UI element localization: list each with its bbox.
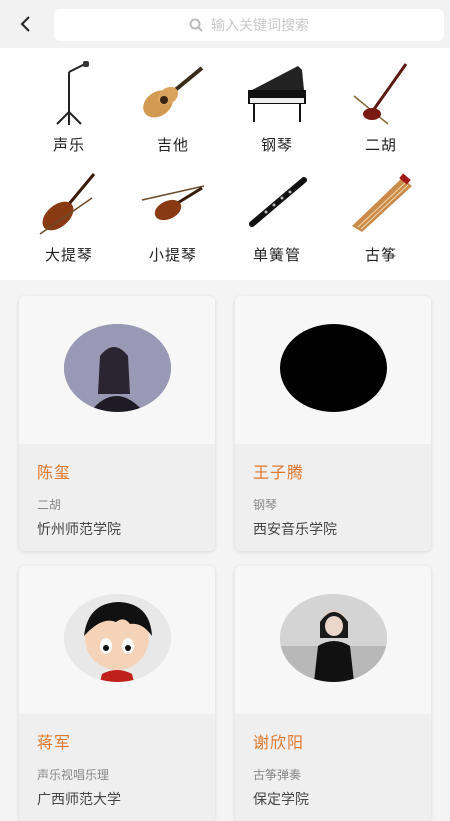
category-label: 吉他 [156, 136, 189, 154]
search-input[interactable]: 输入关键词搜索 [54, 9, 444, 41]
avatar [64, 324, 171, 412]
clarinet-icon [237, 170, 317, 238]
teacher-instrument: 二胡 [37, 498, 62, 512]
category-guzheng[interactable]: 古筝 [329, 170, 433, 278]
category-guitar[interactable]: 吉他 [121, 60, 225, 168]
category-label: 钢琴 [260, 136, 293, 154]
teacher-instrument: 钢琴 [253, 498, 278, 512]
teacher-card[interactable]: 陈玺 二胡 忻州师范学院 [19, 296, 215, 551]
teacher-school: 忻州师范学院 [37, 522, 121, 538]
guzheng-icon [341, 170, 421, 238]
search-icon [189, 18, 203, 32]
category-label: 声乐 [52, 136, 85, 154]
category-clarinet[interactable]: 单簧管 [225, 170, 329, 278]
search-placeholder: 输入关键词搜索 [211, 18, 309, 34]
category-label: 大提琴 [44, 246, 93, 264]
category-label: 古筝 [364, 246, 397, 264]
teacher-name: 蒋军 [37, 733, 72, 752]
avatar [280, 594, 387, 682]
category-piano[interactable]: 钢琴 [225, 60, 329, 168]
teacher-card[interactable]: 谢欣阳 古筝弹奏 保定学院 [235, 566, 431, 821]
guitar-icon [133, 60, 213, 128]
back-button[interactable] [12, 10, 40, 38]
violin-icon [133, 170, 213, 238]
top-bar: 输入关键词搜索 [0, 0, 450, 48]
avatar [280, 324, 387, 412]
teacher-card[interactable]: 蒋军 声乐视唱乐理 广西师范大学 [19, 566, 215, 821]
avatar [64, 594, 171, 682]
teacher-school: 西安音乐学院 [253, 522, 337, 538]
teacher-name: 谢欣阳 [253, 733, 305, 752]
teacher-instrument: 古筝弹奏 [253, 768, 302, 782]
category-vocal[interactable]: 声乐 [17, 60, 121, 168]
category-label: 二胡 [364, 136, 397, 154]
chevron-left-icon [20, 16, 30, 32]
category-erhu[interactable]: 二胡 [329, 60, 433, 168]
teacher-instrument: 声乐视唱乐理 [37, 768, 110, 782]
microphone-icon [29, 60, 109, 128]
category-label: 单簧管 [252, 246, 301, 264]
teacher-card[interactable]: 王子腾 钢琴 西安音乐学院 [235, 296, 431, 551]
cello-icon [29, 170, 109, 238]
erhu-icon [341, 60, 421, 128]
category-label: 小提琴 [148, 246, 197, 264]
piano-icon [237, 60, 317, 128]
teacher-school: 广西师范大学 [37, 792, 121, 808]
category-violin[interactable]: 小提琴 [121, 170, 225, 278]
teacher-school: 保定学院 [253, 792, 309, 808]
category-grid: 声乐 吉他 钢琴 二胡 大提琴 小提琴 单簧管 古筝 [0, 48, 450, 280]
category-cello[interactable]: 大提琴 [17, 170, 121, 278]
teacher-name: 陈玺 [37, 463, 72, 482]
teacher-name: 王子腾 [253, 463, 305, 482]
